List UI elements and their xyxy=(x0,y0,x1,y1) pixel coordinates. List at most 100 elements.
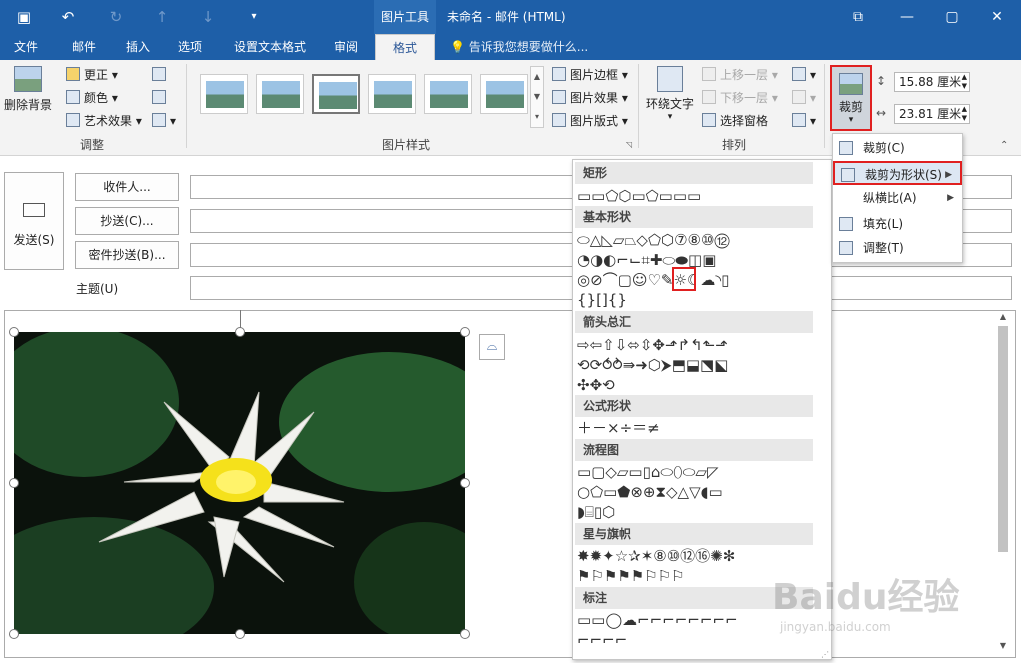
layout-options-icon[interactable]: ⌓ xyxy=(479,334,505,360)
shape-row-callouts-2[interactable]: ⌐⌐⌐⌐ xyxy=(577,630,627,650)
picture-layout-button[interactable]: 图片版式 ▾ xyxy=(552,110,628,132)
tab-file[interactable]: 文件 xyxy=(6,34,46,60)
selection-pane-button[interactable]: 选择窗格 xyxy=(702,110,768,132)
crop-dropdown-icon: ▾ xyxy=(848,115,854,125)
resize-handle-sw[interactable] xyxy=(9,629,19,639)
picture-style-4[interactable] xyxy=(368,74,416,114)
shape-row-stars-2[interactable]: ⚑⚐⚑⚑⚑⚐⚐⚐ xyxy=(577,566,685,586)
layout-icon xyxy=(552,113,566,127)
save-icon[interactable]: ▣ xyxy=(14,7,34,27)
shape-row-callouts-1[interactable]: ▭▭◯☁⌐⌐⌐⌐⌐⌐⌐⌐ xyxy=(577,610,738,630)
shape-row-arrows-1[interactable]: ⇨⇦⇧⇩⬄⇳✥⬏↱↰⬑⬏ xyxy=(577,335,728,355)
menu-item-aspect-ratio[interactable]: 纵横比(A) ▶ xyxy=(833,186,962,210)
artistic-effects-label: 艺术效果 xyxy=(84,114,133,128)
cc-button[interactable]: 抄送(C)... xyxy=(75,207,179,235)
crop-button[interactable]: 裁剪 ▾ xyxy=(830,65,872,131)
water-lily-image[interactable] xyxy=(14,332,465,634)
collapse-ribbon-icon[interactable]: ⌃ xyxy=(1000,140,1008,151)
change-picture-icon xyxy=(152,90,166,104)
up-arrow-icon[interactable]: ↑ xyxy=(152,7,172,27)
tell-me-search[interactable]: 💡 告诉我您想要做什么... xyxy=(450,34,588,60)
artistic-effects-button[interactable]: 艺术效果 ▾ xyxy=(66,110,142,132)
picture-effects-label: 图片效果 xyxy=(570,91,619,105)
picture-border-button[interactable]: 图片边框 ▾ xyxy=(552,64,628,86)
wrap-text-icon xyxy=(657,66,683,92)
arrange-group-label: 排列 xyxy=(721,138,746,152)
wrap-text-button[interactable]: 环绕文字 ▾ xyxy=(644,66,696,130)
shape-row-stars-1[interactable]: ✸✹✦☆✰✶⑧⑩⑫⑯✺✻ xyxy=(577,546,735,566)
bcc-button[interactable]: 密件抄送(B)... xyxy=(75,241,179,269)
resize-handle-ne[interactable] xyxy=(460,327,470,337)
scroll-thumb[interactable] xyxy=(998,326,1008,552)
scroll-up-icon[interactable]: ▲ xyxy=(995,312,1011,321)
maximize-icon[interactable]: ▢ xyxy=(940,6,964,28)
tab-format[interactable]: 格式 xyxy=(375,34,435,60)
redo-icon[interactable]: ↻ xyxy=(106,7,126,27)
shape-row-arrows-2[interactable]: ⟲⟳⥀⥁⇛➜⬡⮞⬒⬓⬔⬕ xyxy=(577,355,728,375)
resize-handle-s[interactable] xyxy=(235,629,245,639)
resize-handle-e[interactable] xyxy=(460,478,470,488)
menu-item-crop[interactable]: 裁剪(C) xyxy=(833,136,962,160)
height-field[interactable]: 15.88 厘米 ▲ ▼ xyxy=(894,72,970,92)
color-icon xyxy=(66,90,80,104)
shape-row-basic-1[interactable]: ⬭△◺▱⏢◇⬠⬡⑦⑧⑩⑫ xyxy=(577,230,730,250)
reset-picture-button[interactable]: ▾ xyxy=(152,110,176,132)
resize-handle-nw[interactable] xyxy=(9,327,19,337)
tab-insert[interactable]: 插入 xyxy=(118,34,158,60)
menu-item-aspect-ratio-label: 纵横比(A) xyxy=(863,191,917,205)
bring-forward-button[interactable]: 上移一层 ▾ xyxy=(702,64,778,86)
customize-qat-icon[interactable]: ▾ xyxy=(244,7,264,27)
minimize-icon[interactable]: — xyxy=(895,6,919,28)
close-icon[interactable]: ✕ xyxy=(985,6,1009,28)
gallery-scroll[interactable]: ▲ ▼ ▾ xyxy=(530,66,544,128)
color-button[interactable]: 颜色 ▾ xyxy=(66,87,118,109)
heart-shape-highlight[interactable] xyxy=(672,267,696,291)
resize-handle-se[interactable] xyxy=(460,629,470,639)
send-button[interactable]: 发送(S) xyxy=(4,172,64,270)
picture-style-1[interactable] xyxy=(200,74,248,114)
undo-icon[interactable]: ↶ xyxy=(58,7,78,27)
width-spinner-icon[interactable]: ▲ ▼ xyxy=(962,105,967,123)
shape-row-equation[interactable]: ＋－×÷＝≠ xyxy=(577,418,660,438)
menu-item-crop-to-shape[interactable]: 裁剪为形状(S) ▶ xyxy=(833,161,962,185)
down-arrow-icon[interactable]: ↓ xyxy=(198,7,218,27)
shape-row-flowchart-1[interactable]: ▭▢◇▱▭▯⌂⬭⬯⬭⏥◸ xyxy=(577,462,718,482)
menu-item-fit[interactable]: 调整(T) xyxy=(833,236,962,260)
height-spinner-icon[interactable]: ▲ ▼ xyxy=(962,73,967,91)
group-button[interactable]: ▾ xyxy=(792,87,816,109)
picture-style-5[interactable] xyxy=(424,74,472,114)
remove-background-icon xyxy=(14,66,42,92)
picture-style-3[interactable] xyxy=(312,74,360,114)
shape-row-arrows-3[interactable]: ✣✥⟲ xyxy=(577,375,615,395)
rotate-button[interactable]: ▾ xyxy=(792,110,816,132)
compress-pictures-button[interactable] xyxy=(152,64,170,86)
corrections-button[interactable]: 更正 ▾ xyxy=(66,64,118,86)
shape-row-flowchart-2[interactable]: ○⬠▭⬟⊗⊕⧗◇△▽◖▭ xyxy=(577,482,723,502)
shape-row-basic-3[interactable]: ◎⊘⌒▢☺♡✎☼☾☁◝▯ xyxy=(577,270,729,290)
tab-review[interactable]: 审阅 xyxy=(326,34,366,60)
ribbon-display-icon[interactable]: ⧉ xyxy=(846,6,870,28)
dialog-launcher-icon[interactable]: ◹ xyxy=(626,140,632,149)
picture-effects-button[interactable]: 图片效果 ▾ xyxy=(552,87,628,109)
bring-forward-label: 上移一层 xyxy=(720,68,769,82)
shape-row-flowchart-3[interactable]: ◗⌸▯⬡ xyxy=(577,502,615,522)
tab-format-text[interactable]: 设置文本格式 xyxy=(222,34,318,60)
picture-style-6[interactable] xyxy=(480,74,528,114)
resize-handle-n[interactable] xyxy=(235,327,245,337)
send-backward-button[interactable]: 下移一层 ▾ xyxy=(702,87,778,109)
resize-handle-w[interactable] xyxy=(9,478,19,488)
category-basic-shapes: 基本形状 xyxy=(575,206,813,228)
shape-row-rectangles[interactable]: ▭▭⬠⬡▭⬠▭▭▭ xyxy=(577,186,701,206)
change-picture-button[interactable] xyxy=(152,87,170,109)
align-button[interactable]: ▾ xyxy=(792,64,816,86)
resize-grip-icon[interactable]: ⋰ xyxy=(821,650,829,659)
picture-style-2[interactable] xyxy=(256,74,304,114)
menu-item-fill[interactable]: 填充(L) xyxy=(833,212,962,236)
tab-options[interactable]: 选项 xyxy=(170,34,210,60)
subject-label: 主题(U) xyxy=(76,282,119,296)
shape-row-basic-4[interactable]: {}[]{} xyxy=(577,290,627,310)
to-button[interactable]: 收件人... xyxy=(75,173,179,201)
remove-background-button[interactable]: 删除背景 xyxy=(4,66,52,126)
tab-mail[interactable]: 邮件 xyxy=(64,34,104,60)
width-field[interactable]: 23.81 厘米 ▲ ▼ xyxy=(894,104,970,124)
